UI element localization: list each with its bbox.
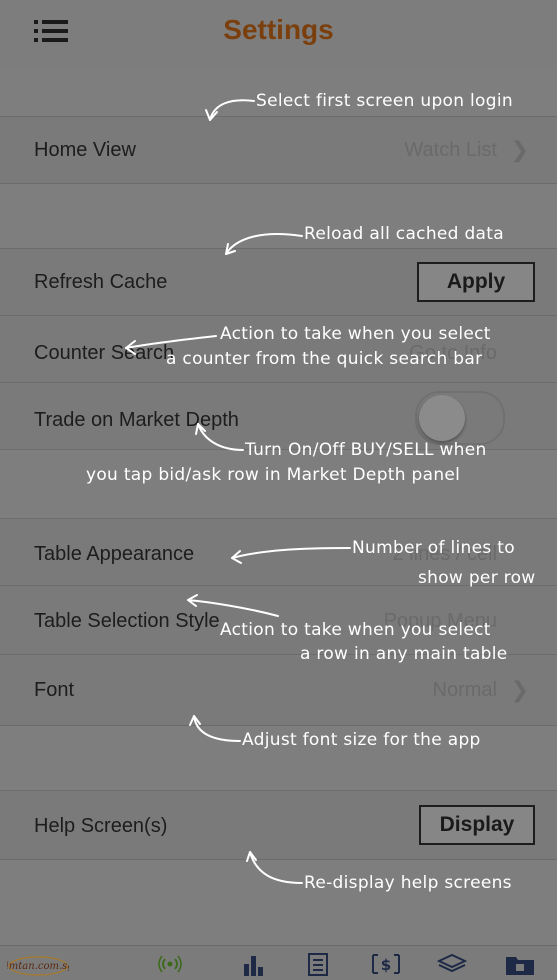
chevron-right-icon: ❯	[510, 677, 529, 702]
font-value: Normal	[432, 679, 497, 701]
refresh-cache-label: Refresh Cache	[34, 271, 168, 293]
annotation-font: Adjust font size for the app	[242, 730, 481, 750]
annotation-appearance-1: Number of lines to	[352, 538, 515, 558]
limtan-logo[interactable]: limtan.com.sg	[6, 950, 70, 978]
layers-icon[interactable]	[432, 950, 472, 978]
annotation-trade-2: you tap bid/ask row in Market Depth pane…	[86, 465, 461, 485]
portfolio-icon[interactable]	[500, 950, 540, 978]
chevron-right-icon: ❯	[510, 137, 529, 162]
annotation-counter-search-2: a counter from the quick search bar	[166, 349, 483, 369]
row-refresh-cache: Refresh Cache Apply	[0, 248, 557, 316]
svg-text:$: $	[381, 956, 391, 974]
display-button[interactable]: Display	[419, 805, 535, 845]
font-label: Font	[34, 679, 75, 701]
counter-search-label: Counter Search	[34, 342, 175, 364]
annotation-appearance-2: show per row	[418, 568, 536, 588]
logo-text: limtan.com.sg	[7, 961, 69, 972]
table-selection-style-label: Table Selection Style	[34, 610, 220, 632]
home-view-value: Watch List	[404, 139, 497, 161]
help-screens-label: Help Screen(s)	[34, 815, 168, 837]
trade-market-depth-toggle[interactable]	[415, 391, 505, 445]
signal-icon[interactable]	[152, 950, 188, 978]
apply-button[interactable]: Apply	[417, 262, 535, 302]
table-appearance-label: Table Appearance	[34, 543, 195, 565]
annotation-home-view: Select first screen upon login	[256, 91, 513, 111]
annotation-selection-2: a row in any main table	[300, 644, 508, 664]
document-icon[interactable]	[300, 950, 336, 978]
row-help-screens: Help Screen(s) Display	[0, 790, 557, 860]
chart-icon[interactable]	[236, 950, 272, 978]
row-home-view[interactable]: Home View Watch List ❯	[0, 116, 557, 184]
annotation-refresh-cache: Reload all cached data	[304, 224, 504, 244]
header-bar: Settings	[0, 0, 557, 66]
toggle-knob	[419, 395, 465, 441]
annotation-counter-search-1: Action to take when you select	[220, 324, 491, 344]
settings-screen: Settings Home View Watch List ❯ Refresh …	[0, 0, 557, 980]
annotation-help: Re-display help screens	[304, 873, 512, 893]
page-title: Settings	[223, 14, 334, 45]
trade-market-depth-label: Trade on Market Depth	[34, 409, 239, 431]
home-view-label: Home View	[34, 139, 136, 161]
tab-bar: limtan.com.sg	[0, 945, 557, 980]
currency-icon[interactable]: $	[366, 950, 406, 978]
annotation-trade-1: Turn On/Off BUY/SELL when	[245, 440, 487, 460]
annotation-selection-1: Action to take when you select	[220, 620, 491, 640]
